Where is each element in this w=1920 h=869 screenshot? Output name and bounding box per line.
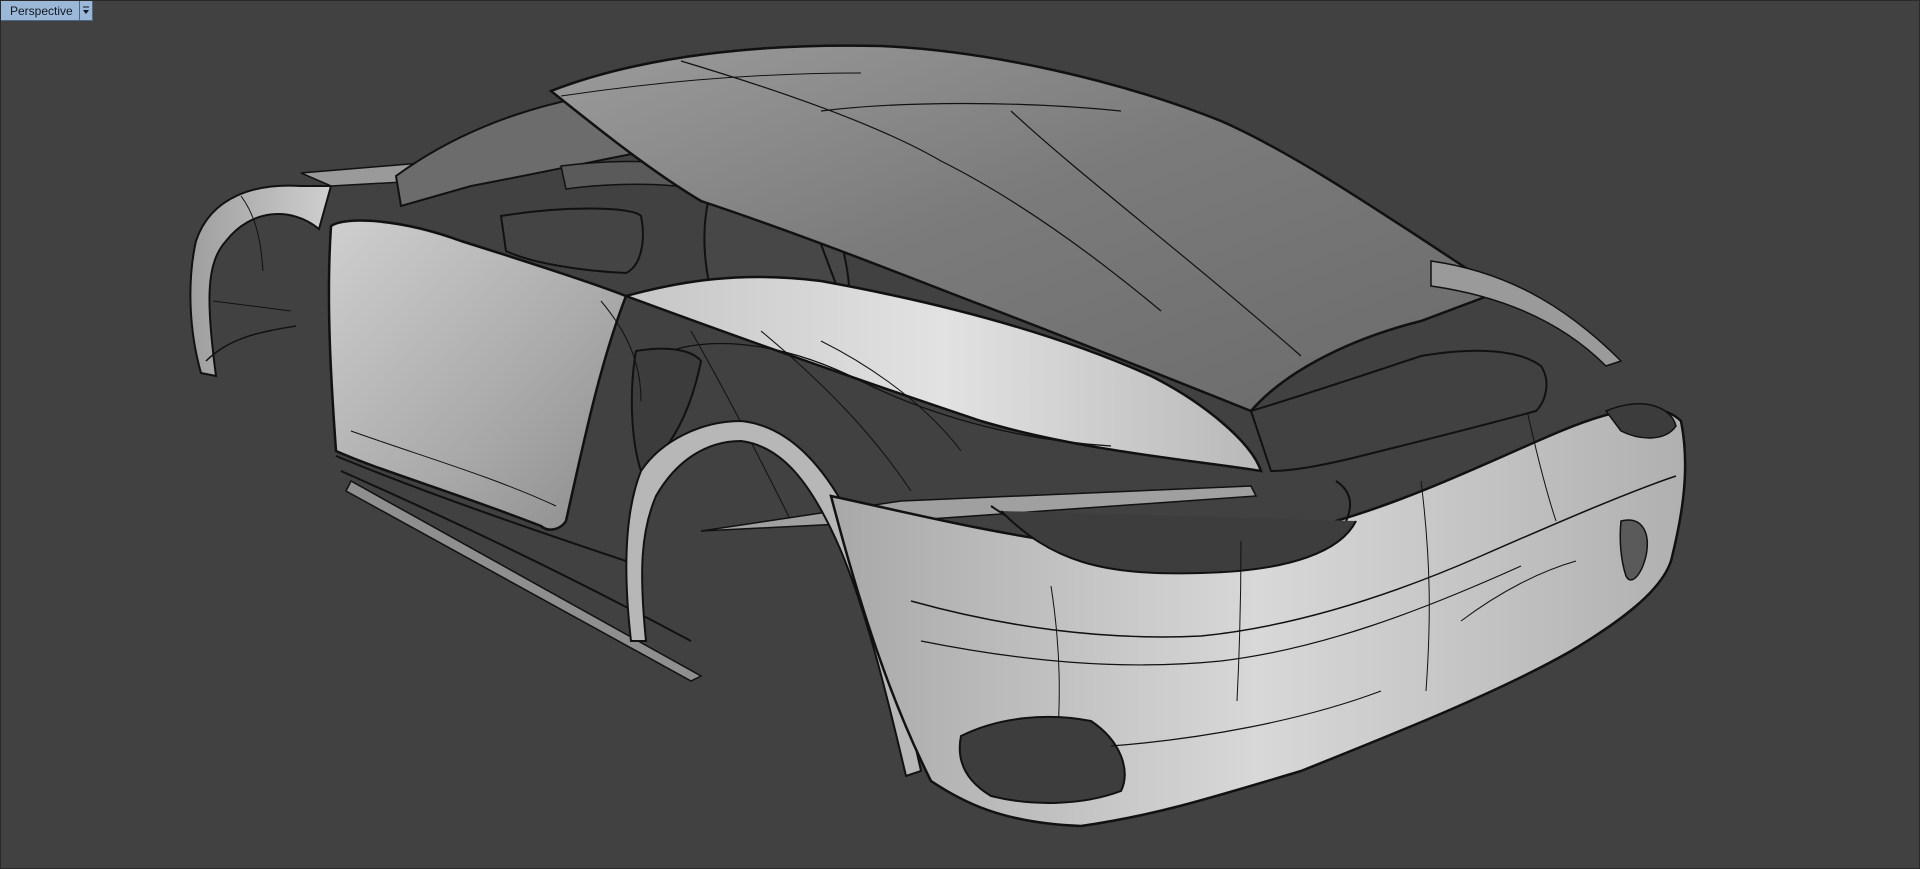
chevron-down-icon: [82, 6, 89, 14]
car-body-model[interactable]: [1, 1, 1920, 869]
viewport-title-label[interactable]: Perspective: [1, 1, 80, 21]
viewport-menu-button[interactable]: [79, 1, 93, 21]
perspective-viewport[interactable]: Perspective: [0, 0, 1920, 869]
viewport-title-tab[interactable]: Perspective: [1, 1, 93, 21]
